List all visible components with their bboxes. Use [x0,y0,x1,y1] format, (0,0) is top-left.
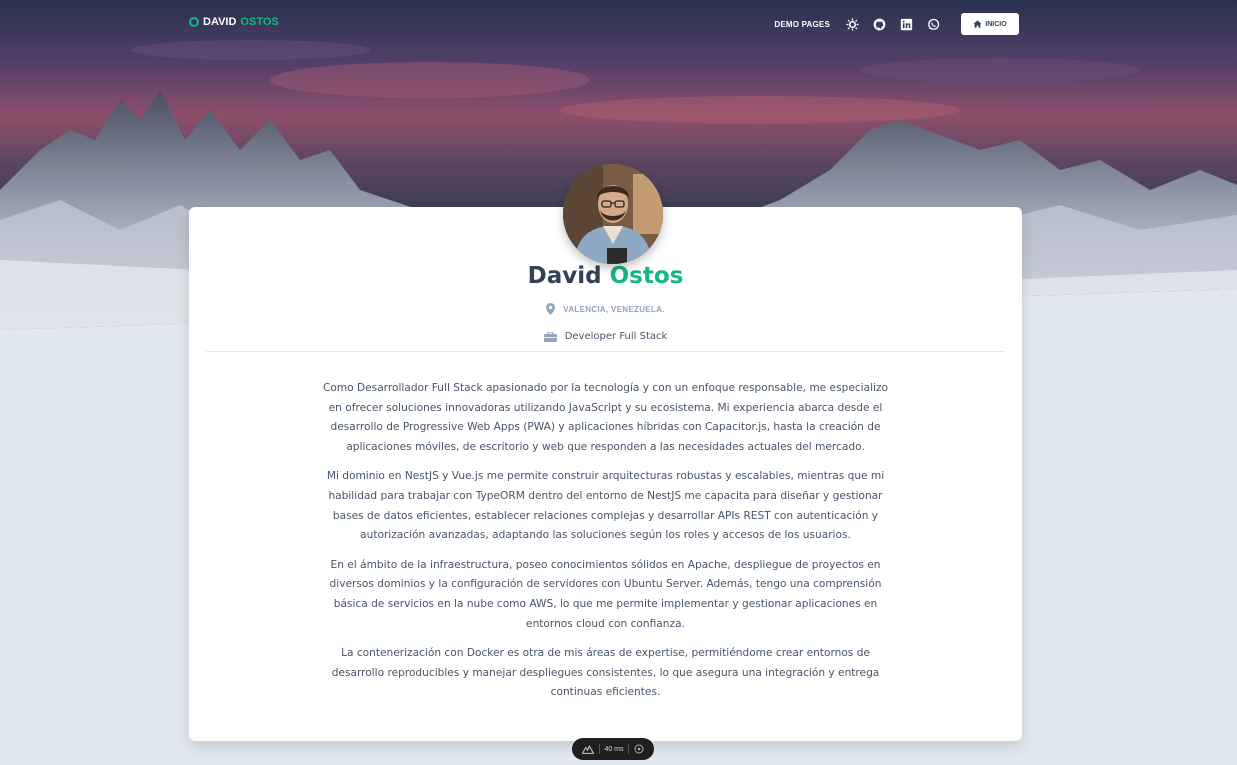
location-label: VALENCIA, VENEZUELA. [563,304,665,314]
inicio-button[interactable]: INICIO [961,13,1019,35]
brand-first-name: DAVID [203,16,237,28]
linkedin-icon[interactable] [900,18,913,31]
bio-paragraph-4: La contenerización con Docker es otra de… [331,647,880,699]
avatar-photo [563,164,663,264]
inicio-label: INICIO [985,20,1007,28]
github-icon[interactable] [873,18,886,31]
profile-name: David Ostos [189,263,1022,289]
bio-paragraph-2: Mi dominio en NestJS y Vue.js me permite… [326,470,885,542]
dev-toolbar[interactable]: 40 ms [572,738,654,760]
brand-circle-icon [189,17,199,27]
profile-divider [206,351,1005,352]
devbar-timing: 40 ms [604,745,624,753]
profile-location: VALENCIA, VENEZUELA. [189,303,1022,315]
profile-last-name: Ostos [609,263,684,289]
profile-bio: Como Desarrollador Full Stack apasionado… [315,379,896,713]
profile-card: David Ostos VALENCIA, VENEZUELA. Develop… [189,207,1022,741]
sun-icon[interactable] [846,17,859,31]
map-marker-icon [546,303,556,315]
profile-avatar [563,164,663,264]
bio-paragraph-1: Como Desarrollador Full Stack apasionado… [322,382,889,453]
role-label: Developer Full Stack [564,331,668,342]
brand-logo[interactable]: DAVID OSTOS [189,16,279,28]
brand-last-name: OSTOS [240,16,279,28]
devbar-separator [598,744,600,754]
briefcase-icon [543,331,557,342]
navbar-right: DEMO PAGES INICIO [774,13,1019,35]
devbar-separator [628,744,630,754]
home-icon [973,20,982,28]
whatsapp-icon[interactable] [927,18,940,31]
target-icon[interactable] [634,744,644,754]
demo-pages-link[interactable]: DEMO PAGES [774,20,830,29]
profile-role: Developer Full Stack [189,331,1022,342]
profile-first-name: David [527,263,602,289]
nuxt-logo-icon [582,744,595,754]
bio-paragraph-3: En el ámbito de la infraestructura, pose… [329,558,882,630]
